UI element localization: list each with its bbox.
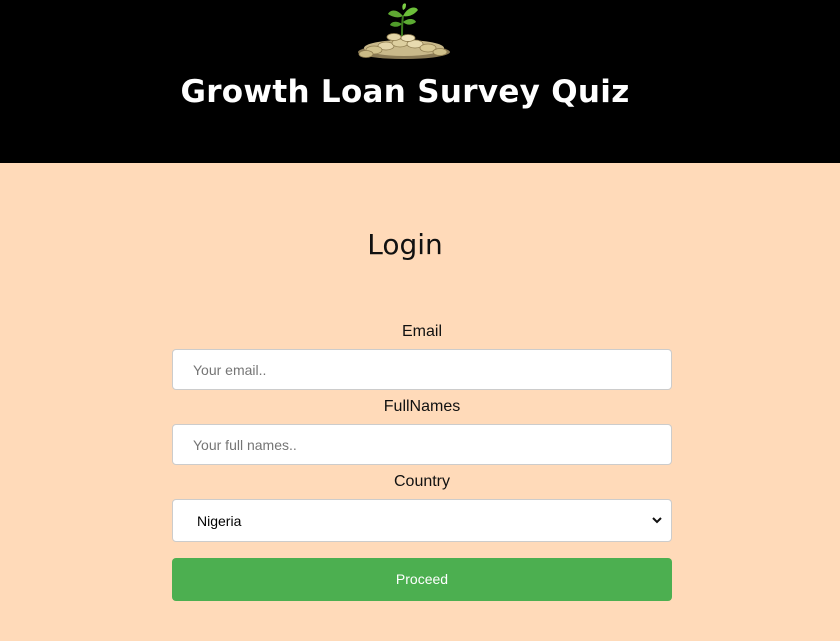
fullnames-field[interactable] <box>172 424 672 465</box>
country-select[interactable]: Nigeria <box>172 499 672 542</box>
proceed-button[interactable]: Proceed <box>172 558 672 601</box>
email-field[interactable] <box>172 349 672 390</box>
chevron-down-icon <box>652 517 662 524</box>
email-label: Email <box>401 323 442 340</box>
site-title: Growth Loan Survey Quiz <box>180 74 630 110</box>
country-selected-value: Nigeria <box>197 513 242 529</box>
login-title: Login <box>367 228 443 261</box>
fullnames-label: FullNames <box>383 398 461 415</box>
site-header: Growth Loan Survey Quiz <box>0 0 840 163</box>
seedling-on-coins-icon <box>358 3 450 59</box>
country-label: Country <box>393 473 451 490</box>
login-section: Login Email FullNames Country Nigeria Pr… <box>0 163 840 641</box>
